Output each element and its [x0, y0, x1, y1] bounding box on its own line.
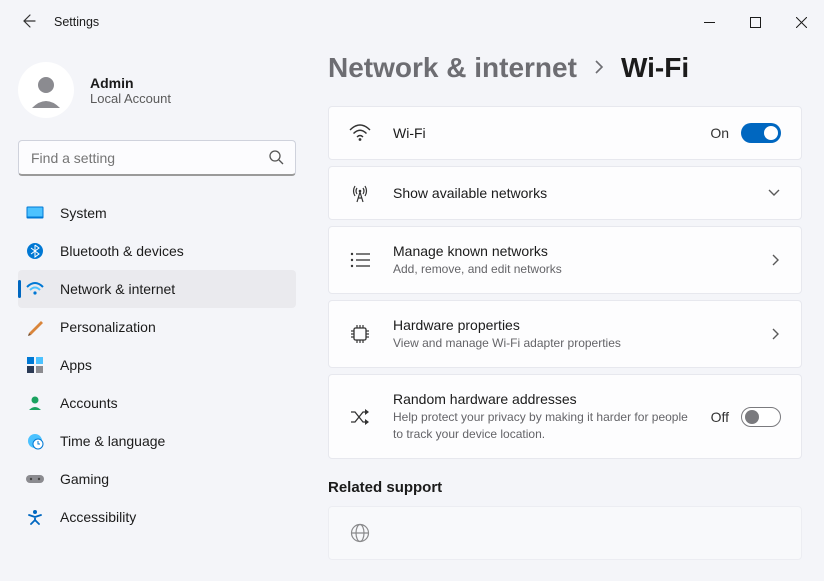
person-icon: [26, 394, 44, 412]
apps-icon: [26, 356, 44, 374]
hardware-properties-card[interactable]: Hardware properties View and manage Wi-F…: [328, 300, 802, 368]
card-title: Wi-Fi: [393, 125, 688, 141]
bluetooth-icon: [26, 242, 44, 260]
chevron-right-icon: [771, 253, 781, 267]
main-panel: Network & internet Wi-Fi Wi-Fi On Show a…: [306, 44, 824, 581]
window-controls: [686, 6, 824, 38]
wifi-toggle[interactable]: [741, 123, 781, 143]
maximize-button[interactable]: [732, 6, 778, 38]
known-networks-card[interactable]: Manage known networks Add, remove, and e…: [328, 226, 802, 294]
globe-clock-icon: [26, 432, 44, 450]
window-title: Settings: [54, 15, 99, 29]
close-button[interactable]: [778, 6, 824, 38]
toggle-label: On: [710, 125, 729, 141]
card-subtitle: Add, remove, and edit networks: [393, 261, 749, 277]
toggle-label: Off: [711, 409, 729, 425]
antenna-icon: [349, 183, 371, 203]
sidebar-item-label: Gaming: [60, 471, 109, 487]
chevron-down-icon: [767, 188, 781, 198]
gamepad-icon: [26, 470, 44, 488]
sidebar-item-label: Apps: [60, 357, 92, 373]
sidebar-item-label: Network & internet: [60, 281, 175, 297]
sidebar-item-label: Accessibility: [60, 509, 136, 525]
sidebar-item-system[interactable]: System: [18, 194, 296, 232]
sidebar-item-accounts[interactable]: Accounts: [18, 384, 296, 422]
profile-block[interactable]: Admin Local Account: [18, 44, 296, 140]
related-support-heading: Related support: [328, 479, 802, 496]
avatar: [18, 62, 74, 118]
sidebar-item-label: Personalization: [60, 319, 156, 335]
card-title: Hardware properties: [393, 317, 749, 333]
sidebar-item-time[interactable]: Time & language: [18, 422, 296, 460]
breadcrumb-current: Wi-Fi: [621, 52, 689, 84]
card-subtitle: Help protect your privacy by making it h…: [393, 409, 689, 441]
sidebar-item-bluetooth[interactable]: Bluetooth & devices: [18, 232, 296, 270]
sidebar-item-label: Time & language: [60, 433, 165, 449]
breadcrumb-parent[interactable]: Network & internet: [328, 52, 577, 84]
chevron-right-icon: [771, 327, 781, 341]
sidebar-item-label: Bluetooth & devices: [60, 243, 184, 259]
random-hw-card[interactable]: Random hardware addresses Help protect y…: [328, 374, 802, 458]
nav: System Bluetooth & devices Network & int…: [18, 194, 296, 581]
card-title: Show available networks: [393, 185, 745, 201]
sidebar-item-accessibility[interactable]: Accessibility: [18, 498, 296, 536]
available-networks-card[interactable]: Show available networks: [328, 166, 802, 220]
search-icon: [268, 149, 284, 168]
sidebar-item-network[interactable]: Network & internet: [18, 270, 296, 308]
wifi-icon: [26, 280, 44, 298]
back-button[interactable]: [20, 13, 36, 32]
search-input[interactable]: [18, 140, 296, 176]
list-icon: [349, 252, 371, 268]
minimize-button[interactable]: [686, 6, 732, 38]
titlebar: Settings: [0, 0, 824, 44]
chevron-right-icon: [593, 59, 605, 78]
card-title: [393, 525, 781, 541]
sidebar-item-label: System: [60, 205, 107, 221]
sidebar-item-apps[interactable]: Apps: [18, 346, 296, 384]
wifi-icon: [349, 124, 371, 142]
sidebar-item-personalization[interactable]: Personalization: [18, 308, 296, 346]
globe-icon: [349, 523, 371, 543]
chip-icon: [349, 324, 371, 344]
related-support-card[interactable]: [328, 506, 802, 560]
system-icon: [26, 204, 44, 222]
sidebar: Admin Local Account System Bluetooth & d…: [0, 44, 306, 581]
sidebar-item-label: Accounts: [60, 395, 118, 411]
sidebar-item-gaming[interactable]: Gaming: [18, 460, 296, 498]
shuffle-icon: [349, 409, 371, 425]
random-hw-toggle[interactable]: [741, 407, 781, 427]
profile-subtitle: Local Account: [90, 91, 171, 106]
accessibility-icon: [26, 508, 44, 526]
wifi-card[interactable]: Wi-Fi On: [328, 106, 802, 160]
profile-name: Admin: [90, 75, 171, 91]
card-subtitle: View and manage Wi-Fi adapter properties: [393, 335, 749, 351]
breadcrumb: Network & internet Wi-Fi: [328, 52, 802, 84]
card-title: Random hardware addresses: [393, 391, 689, 407]
brush-icon: [26, 318, 44, 336]
card-title: Manage known networks: [393, 243, 749, 259]
